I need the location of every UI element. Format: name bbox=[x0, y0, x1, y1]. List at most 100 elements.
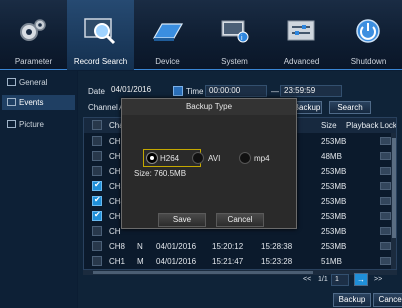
top-nav: Parameter Record Search Device i System bbox=[0, 0, 402, 70]
sidebar-item-events[interactable]: Events bbox=[2, 95, 75, 110]
time-dash: — bbox=[271, 87, 279, 96]
nav-advanced-label: Advanced bbox=[283, 57, 320, 66]
radio-avi[interactable] bbox=[192, 152, 204, 164]
horizontal-scroll-thumb[interactable] bbox=[93, 271, 313, 274]
lock-icon[interactable] bbox=[380, 152, 391, 160]
lock-icon[interactable] bbox=[380, 167, 391, 175]
header-lock: Lock bbox=[380, 121, 397, 130]
row-checkbox[interactable] bbox=[92, 210, 102, 221]
gears-icon bbox=[20, 19, 46, 41]
row-checkbox[interactable] bbox=[92, 195, 102, 206]
cell-size: 253MB bbox=[321, 227, 347, 236]
row-checkbox[interactable] bbox=[92, 226, 102, 236]
row-checkbox[interactable] bbox=[92, 241, 102, 251]
backup-button[interactable]: Backup bbox=[333, 293, 371, 307]
gear-icon bbox=[7, 78, 16, 86]
sidebar: General Events Picture bbox=[0, 71, 77, 308]
nav-parameter-label: Parameter bbox=[14, 57, 53, 66]
hard-drive-icon bbox=[152, 23, 184, 41]
cell-channel: CH bbox=[109, 167, 121, 176]
lock-icon[interactable] bbox=[380, 227, 391, 235]
cell-channel: CH8 bbox=[109, 242, 126, 251]
prev-page-button[interactable]: << bbox=[303, 276, 311, 283]
lock-icon[interactable] bbox=[380, 212, 391, 220]
lock-icon[interactable] bbox=[380, 242, 391, 250]
cell-date: 04/01/2016 bbox=[156, 242, 197, 251]
page-indicator: 1/1 bbox=[318, 276, 328, 283]
cell-size: 51MB bbox=[321, 257, 342, 266]
cell-size: 253MB bbox=[321, 167, 347, 176]
radio-h264[interactable] bbox=[146, 152, 158, 164]
system-monitor-icon: i bbox=[221, 20, 249, 43]
nav-record-search[interactable]: Record Search bbox=[67, 0, 134, 70]
events-icon bbox=[7, 98, 16, 106]
channel-label: Channel bbox=[88, 103, 118, 112]
time-start-field[interactable]: 00:00:00 bbox=[205, 85, 267, 97]
radio-avi-label: AVI bbox=[208, 154, 221, 163]
power-icon bbox=[356, 19, 380, 43]
header-playback: Playback bbox=[346, 121, 379, 130]
row-checkbox[interactable] bbox=[92, 256, 102, 266]
nav-system[interactable]: i System bbox=[201, 0, 268, 70]
table-row[interactable]: CH8 N 04/01/2016 15:20:12 15:28:38 253MB bbox=[84, 239, 396, 254]
horizontal-scrollbar[interactable] bbox=[83, 270, 397, 275]
nav-advanced[interactable]: Advanced bbox=[268, 0, 335, 70]
next-page-button[interactable]: >> bbox=[374, 276, 382, 283]
cell-size: 48MB bbox=[321, 152, 342, 161]
cell-channel: CH bbox=[109, 227, 121, 236]
nav-parameter[interactable]: Parameter bbox=[0, 0, 67, 70]
select-all-checkbox[interactable] bbox=[92, 120, 102, 130]
row-checkbox[interactable] bbox=[92, 180, 102, 191]
cell-start-time: 15:20:12 bbox=[212, 242, 244, 251]
calendar-icon[interactable] bbox=[173, 86, 183, 96]
cell-type: M bbox=[137, 257, 144, 266]
cell-channel: CH1 bbox=[109, 257, 126, 266]
cell-size: 253MB bbox=[321, 242, 347, 251]
cell-channel: CH bbox=[109, 152, 121, 161]
advanced-settings-icon bbox=[287, 20, 315, 41]
lock-icon[interactable] bbox=[380, 182, 391, 190]
sidebar-item-picture[interactable]: Picture bbox=[2, 117, 75, 132]
page-input[interactable]: 1 bbox=[331, 274, 349, 286]
cell-end-time: 15:28:38 bbox=[261, 242, 293, 251]
date-label: Date bbox=[88, 87, 105, 96]
header-size: Size bbox=[321, 121, 337, 130]
time-label: Time bbox=[186, 87, 204, 96]
sidebar-item-label: Picture bbox=[19, 120, 44, 129]
time-end-field[interactable]: 23:59:59 bbox=[280, 85, 342, 97]
nav-device-label: Device bbox=[155, 57, 180, 66]
row-checkbox[interactable] bbox=[92, 136, 102, 146]
sidebar-item-general[interactable]: General bbox=[2, 75, 75, 90]
radio-mp4[interactable] bbox=[239, 152, 251, 164]
radio-h264-label: H264 bbox=[160, 154, 180, 163]
lock-icon[interactable] bbox=[380, 257, 391, 265]
cell-size: 253MB bbox=[321, 137, 347, 146]
date-field[interactable]: 04/01/2016 bbox=[108, 85, 172, 97]
dialog-save-button[interactable]: Save bbox=[158, 213, 206, 227]
cell-end-time: 15:23:28 bbox=[261, 257, 293, 266]
cell-type: N bbox=[137, 242, 143, 251]
row-checkbox[interactable] bbox=[92, 151, 102, 161]
size-text: Size: 760.5MB bbox=[134, 169, 187, 178]
cell-size: 253MB bbox=[321, 212, 347, 221]
backup-type-dialog: Backup Type H264 AVI mp4 Size: 760.5MB S… bbox=[121, 98, 297, 229]
search-button[interactable]: Search bbox=[329, 101, 371, 114]
cancel-button[interactable]: Cancel bbox=[373, 293, 402, 307]
radio-mp4-label: mp4 bbox=[254, 154, 270, 163]
vertical-scroll-thumb[interactable] bbox=[392, 138, 396, 238]
nav-system-label: System bbox=[221, 57, 248, 66]
cell-date: 04/01/2016 bbox=[156, 257, 197, 266]
sidebar-item-label: General bbox=[19, 78, 48, 87]
row-checkbox[interactable] bbox=[92, 166, 102, 176]
lock-icon[interactable] bbox=[380, 197, 391, 205]
table-row[interactable]: CH1 M 04/01/2016 15:21:47 15:23:28 51MB bbox=[84, 254, 396, 269]
lock-icon[interactable] bbox=[380, 137, 391, 145]
nav-shutdown[interactable]: Shutdown bbox=[335, 0, 402, 70]
nav-shutdown-label: Shutdown bbox=[350, 57, 387, 66]
sidebar-item-label: Events bbox=[19, 98, 44, 107]
go-page-button[interactable]: → bbox=[354, 273, 368, 286]
dialog-cancel-button[interactable]: Cancel bbox=[216, 213, 264, 227]
cell-size: 253MB bbox=[321, 182, 347, 191]
cell-start-time: 15:21:47 bbox=[212, 257, 244, 266]
nav-device[interactable]: Device bbox=[134, 0, 201, 70]
